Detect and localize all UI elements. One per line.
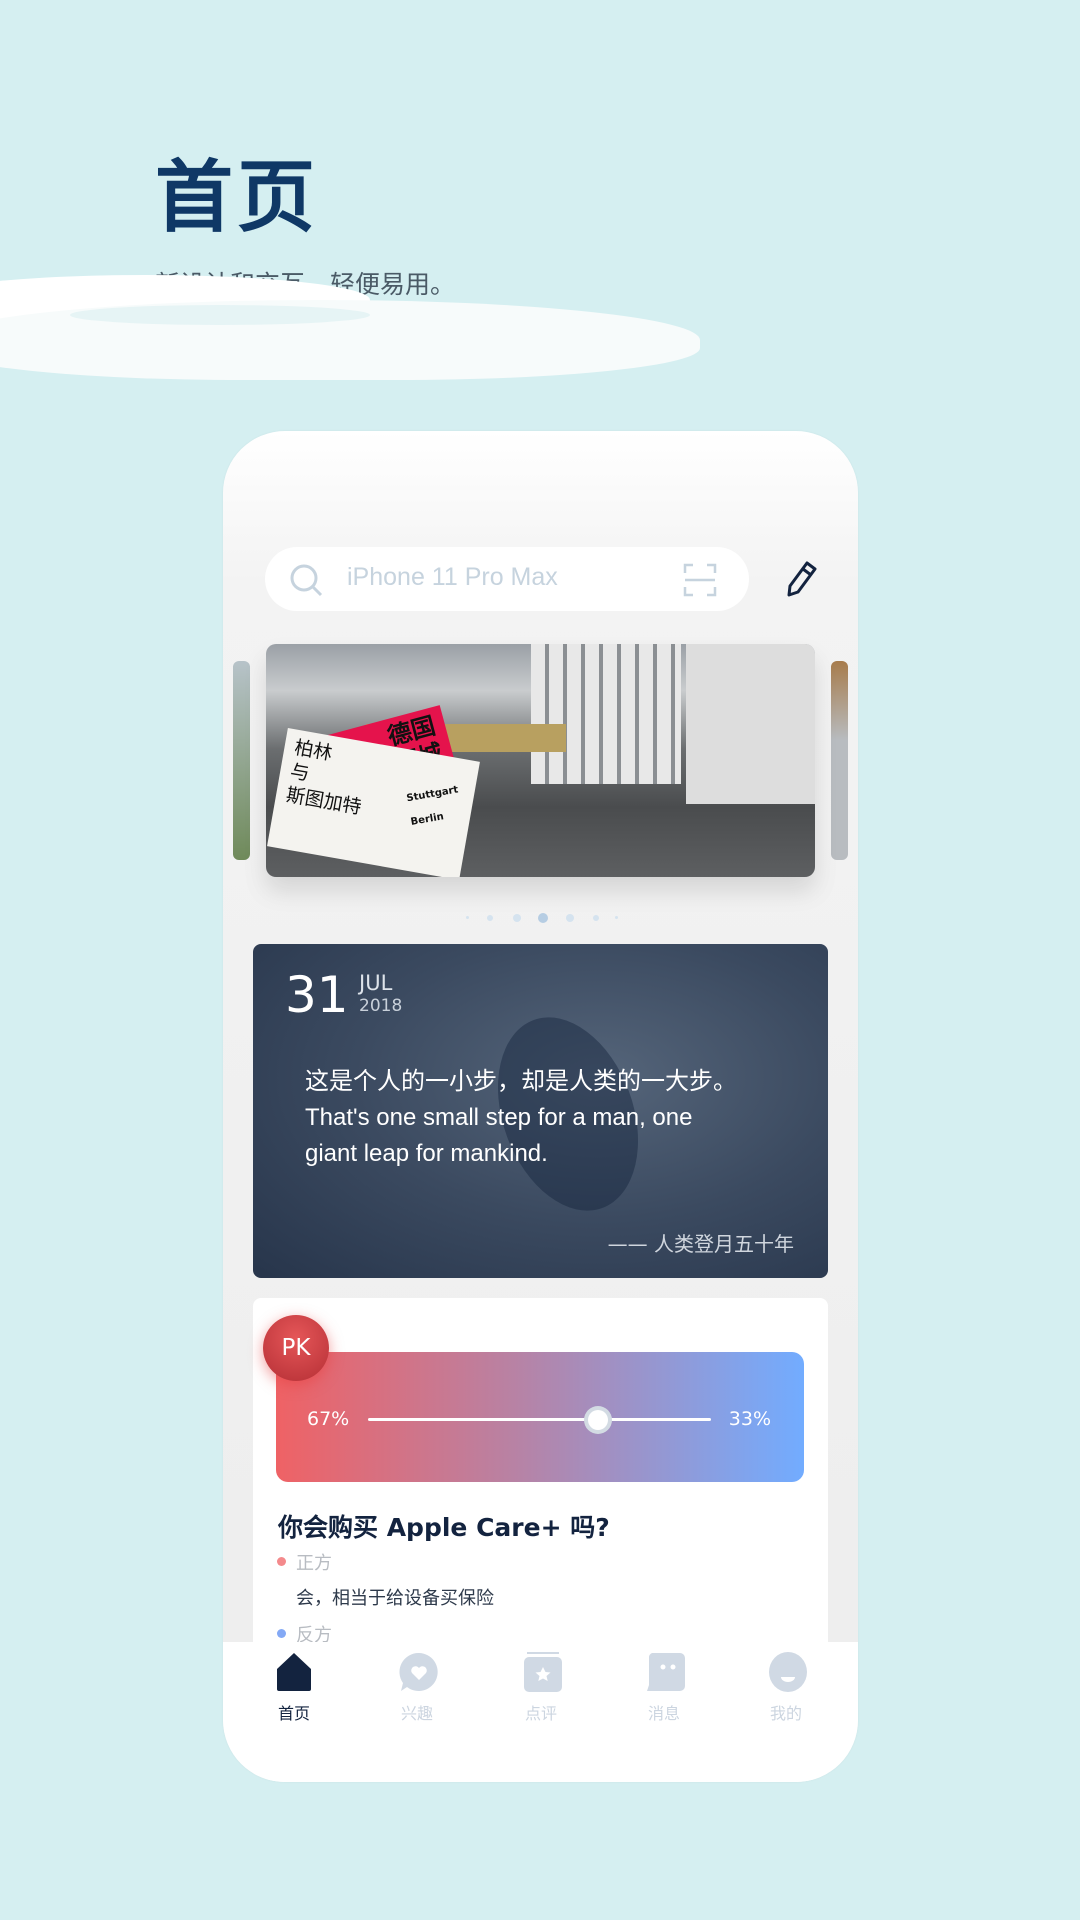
carousel-dot-active[interactable]	[538, 913, 548, 923]
tab-messages[interactable]: 消息	[619, 1642, 709, 1742]
quote-chinese: 这是个人的一小步，却是人类的一大步。	[305, 1068, 737, 1095]
pk-slider-knob[interactable]	[583, 1406, 612, 1434]
tab-label: 点评	[524, 1704, 557, 1723]
tab-review[interactable]: 点评	[496, 1642, 586, 1742]
date-year: 2018	[359, 996, 403, 1016]
carousel-prev-card[interactable]	[233, 661, 250, 860]
carousel-dot[interactable]	[566, 914, 574, 922]
tab-interest[interactable]: 兴趣	[372, 1642, 462, 1742]
pro-dot	[277, 1557, 286, 1566]
pk-slider-track[interactable]	[368, 1418, 711, 1421]
home-icon	[277, 1653, 311, 1691]
message-icon	[647, 1653, 685, 1691]
heart-bubble-icon	[399, 1652, 438, 1691]
carousel-dot[interactable]	[487, 915, 493, 921]
pk-badge: PK	[263, 1315, 329, 1381]
edit-pencil-icon[interactable]	[785, 560, 819, 598]
search-icon	[290, 564, 323, 597]
search-input[interactable]: iPhone 11 Pro Max	[265, 547, 749, 611]
quote-english-line2: giant leap for mankind.	[305, 1140, 548, 1167]
profile-icon	[769, 1652, 807, 1692]
star-card-icon	[524, 1652, 562, 1692]
pro-argument: 会，相当于给设备买保险	[296, 1588, 494, 1609]
date-month: JUL	[359, 971, 393, 995]
tab-label: 兴趣	[400, 1704, 433, 1723]
pk-question: 你会购买 Apple Care+ 吗?	[278, 1513, 610, 1542]
carousel-dot[interactable]	[615, 916, 618, 919]
pro-label: 正方	[296, 1553, 332, 1574]
scan-icon[interactable]	[683, 563, 717, 597]
daily-quote-card[interactable]: 31 JUL 2018 这是个人的一小步，却是人类的一大步。 That's on…	[253, 944, 828, 1278]
banner-small-text: Stuttgart Berlin	[405, 784, 460, 828]
bottom-tab-bar: 首页 兴趣 点评 消息 我的	[223, 1642, 858, 1782]
page-title: 首页	[155, 153, 320, 243]
pk-gradient-panel: 67% 33%	[276, 1352, 804, 1482]
carousel-dot[interactable]	[466, 916, 469, 919]
quote-english-line1: That's one small step for a man, one	[305, 1104, 693, 1131]
carousel-dot[interactable]	[513, 914, 521, 922]
pro-percent: 67%	[307, 1408, 350, 1430]
con-dot	[277, 1629, 286, 1638]
tab-label: 首页	[277, 1704, 310, 1723]
tab-profile[interactable]: 我的	[741, 1642, 831, 1742]
quote-source: —— 人类登月五十年	[607, 1232, 794, 1256]
tab-label: 我的	[769, 1704, 802, 1723]
con-percent: 33%	[728, 1408, 771, 1430]
carousel-banner[interactable]: 德国 西城 柏林 与 斯图加特 Stuttgart Berlin	[266, 644, 815, 877]
phone-mockup: iPhone 11 Pro Max 德国 西城 柏林 与 斯图加特 Stuttg…	[223, 431, 858, 1782]
date-day: 31	[285, 966, 349, 1024]
carousel-dot[interactable]	[593, 915, 599, 921]
search-placeholder: iPhone 11 Pro Max	[347, 563, 558, 591]
tab-label: 消息	[647, 1704, 680, 1723]
tab-home[interactable]: 首页	[249, 1642, 339, 1742]
carousel-next-card[interactable]	[831, 661, 848, 860]
